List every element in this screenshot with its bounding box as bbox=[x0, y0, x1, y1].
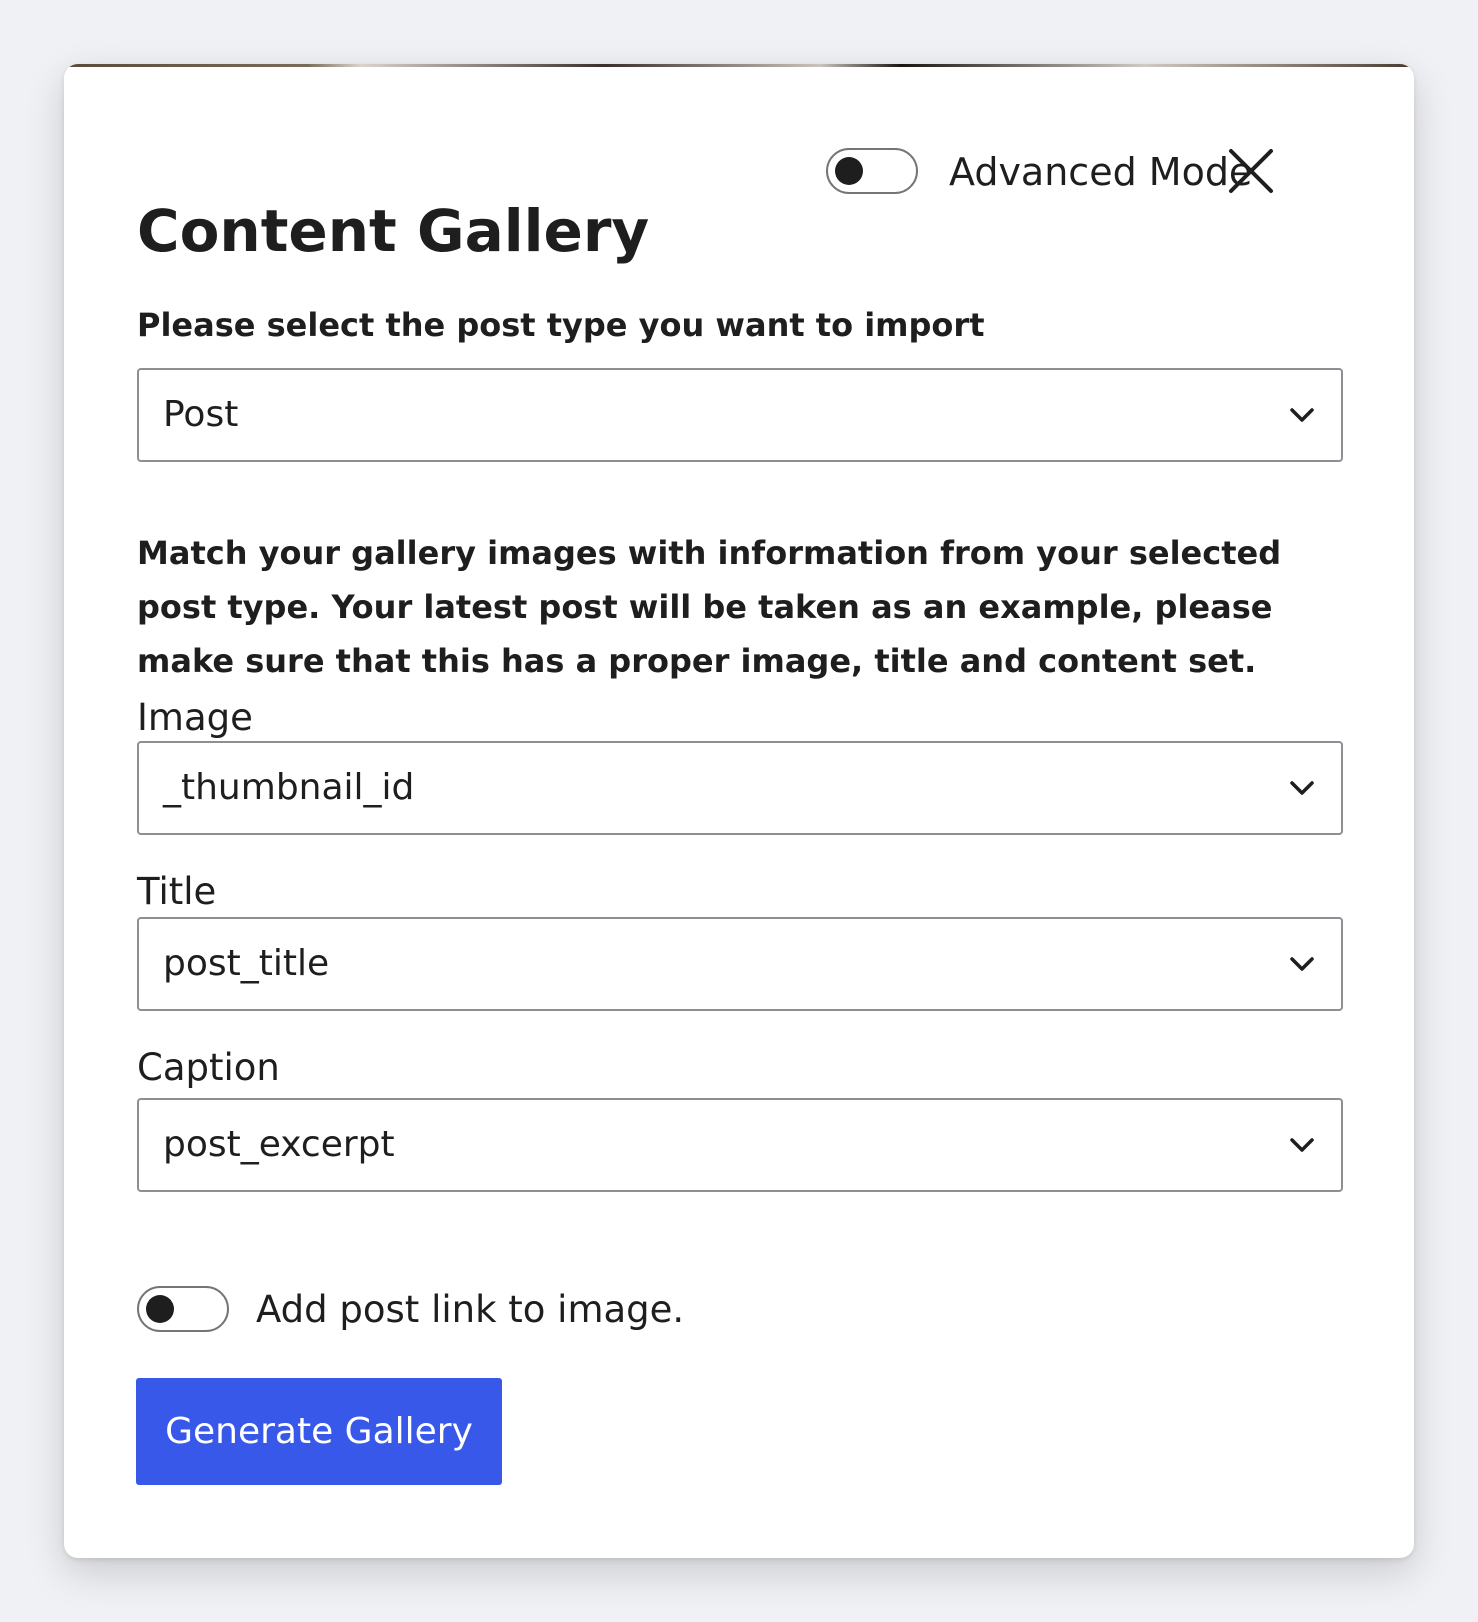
modal-title: Content Gallery bbox=[137, 197, 650, 265]
caption-field-select[interactable]: post_excerpt bbox=[137, 1098, 1343, 1192]
advanced-mode-label: Advanced Mode bbox=[949, 150, 1253, 194]
chevron-down-icon bbox=[1290, 1138, 1314, 1152]
generate-gallery-button[interactable]: Generate Gallery bbox=[136, 1378, 502, 1485]
chevron-down-icon bbox=[1290, 408, 1314, 422]
chevron-down-icon bbox=[1290, 781, 1314, 795]
image-field-selected-value: _thumbnail_id bbox=[163, 767, 415, 808]
post-link-label: Add post link to image. bbox=[256, 1288, 685, 1331]
chevron-down-icon bbox=[1290, 957, 1314, 971]
title-field-selected-value: post_title bbox=[163, 943, 330, 984]
background-image-strip bbox=[64, 64, 1414, 67]
toggle-knob bbox=[835, 157, 863, 185]
image-field-label: Image bbox=[137, 696, 253, 739]
title-field-label: Title bbox=[137, 870, 217, 913]
post-link-toggle[interactable] bbox=[137, 1286, 229, 1332]
toggle-knob bbox=[146, 1295, 174, 1323]
post-type-select[interactable]: Post bbox=[137, 368, 1343, 462]
close-button[interactable] bbox=[1226, 146, 1276, 196]
close-icon bbox=[1229, 149, 1273, 193]
post-type-label: Please select the post type you want to … bbox=[137, 306, 985, 344]
post-type-selected-value: Post bbox=[163, 394, 239, 435]
advanced-mode-toggle[interactable] bbox=[826, 148, 918, 194]
caption-field-selected-value: post_excerpt bbox=[163, 1124, 395, 1165]
instructions-text: Match your gallery images with informati… bbox=[137, 534, 1282, 680]
caption-field-label: Caption bbox=[137, 1046, 280, 1089]
content-gallery-modal: Content Gallery Advanced Mode Please sel… bbox=[64, 64, 1414, 1558]
title-field-select[interactable]: post_title bbox=[137, 917, 1343, 1011]
image-field-select[interactable]: _thumbnail_id bbox=[137, 741, 1343, 835]
